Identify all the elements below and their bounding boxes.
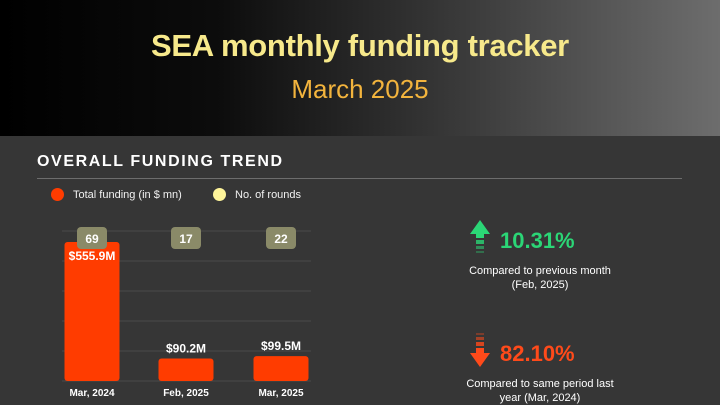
kpi-yoy-value: 82.10%	[500, 341, 575, 366]
down-arrow-icon	[470, 333, 490, 367]
bar-value-label: $90.2M	[166, 341, 206, 355]
kpi-mom-caption-line1: Compared to previous month	[469, 265, 611, 277]
kpi-yoy-caption-line2: year (Mar, 2024)	[499, 392, 581, 404]
kpi-mom-caption: Compared to previous month (Feb, 2025)	[440, 264, 640, 292]
x-tick-label: Mar, 2025	[258, 388, 303, 399]
kpi-yoy-caption: Compared to same period last year (Mar, …	[440, 377, 640, 405]
x-tick-label: Mar, 2024	[69, 388, 114, 399]
rounds-count-label: 69	[85, 232, 99, 246]
bar-value-label: $99.5M	[261, 339, 301, 353]
kpi-mom-value: 10.31%	[500, 228, 575, 253]
funding-bar	[158, 358, 214, 381]
funding-bar-chart: $555.9M Mar, 2024 69 $90.2M Feb, 2025 17 $99.5…	[62, 227, 311, 399]
rounds-count-label: 22	[274, 232, 288, 246]
x-tick-label: Feb, 2025	[163, 388, 209, 399]
kpi-mom-caption-line2: (Feb, 2025)	[511, 279, 569, 291]
rounds-count-label: 17	[179, 232, 193, 246]
funding-bar	[253, 356, 309, 381]
up-arrow-icon	[470, 220, 490, 253]
bar-value-label: $555.9M	[69, 249, 116, 263]
kpi-yoy-caption-line1: Compared to same period last	[466, 378, 614, 390]
